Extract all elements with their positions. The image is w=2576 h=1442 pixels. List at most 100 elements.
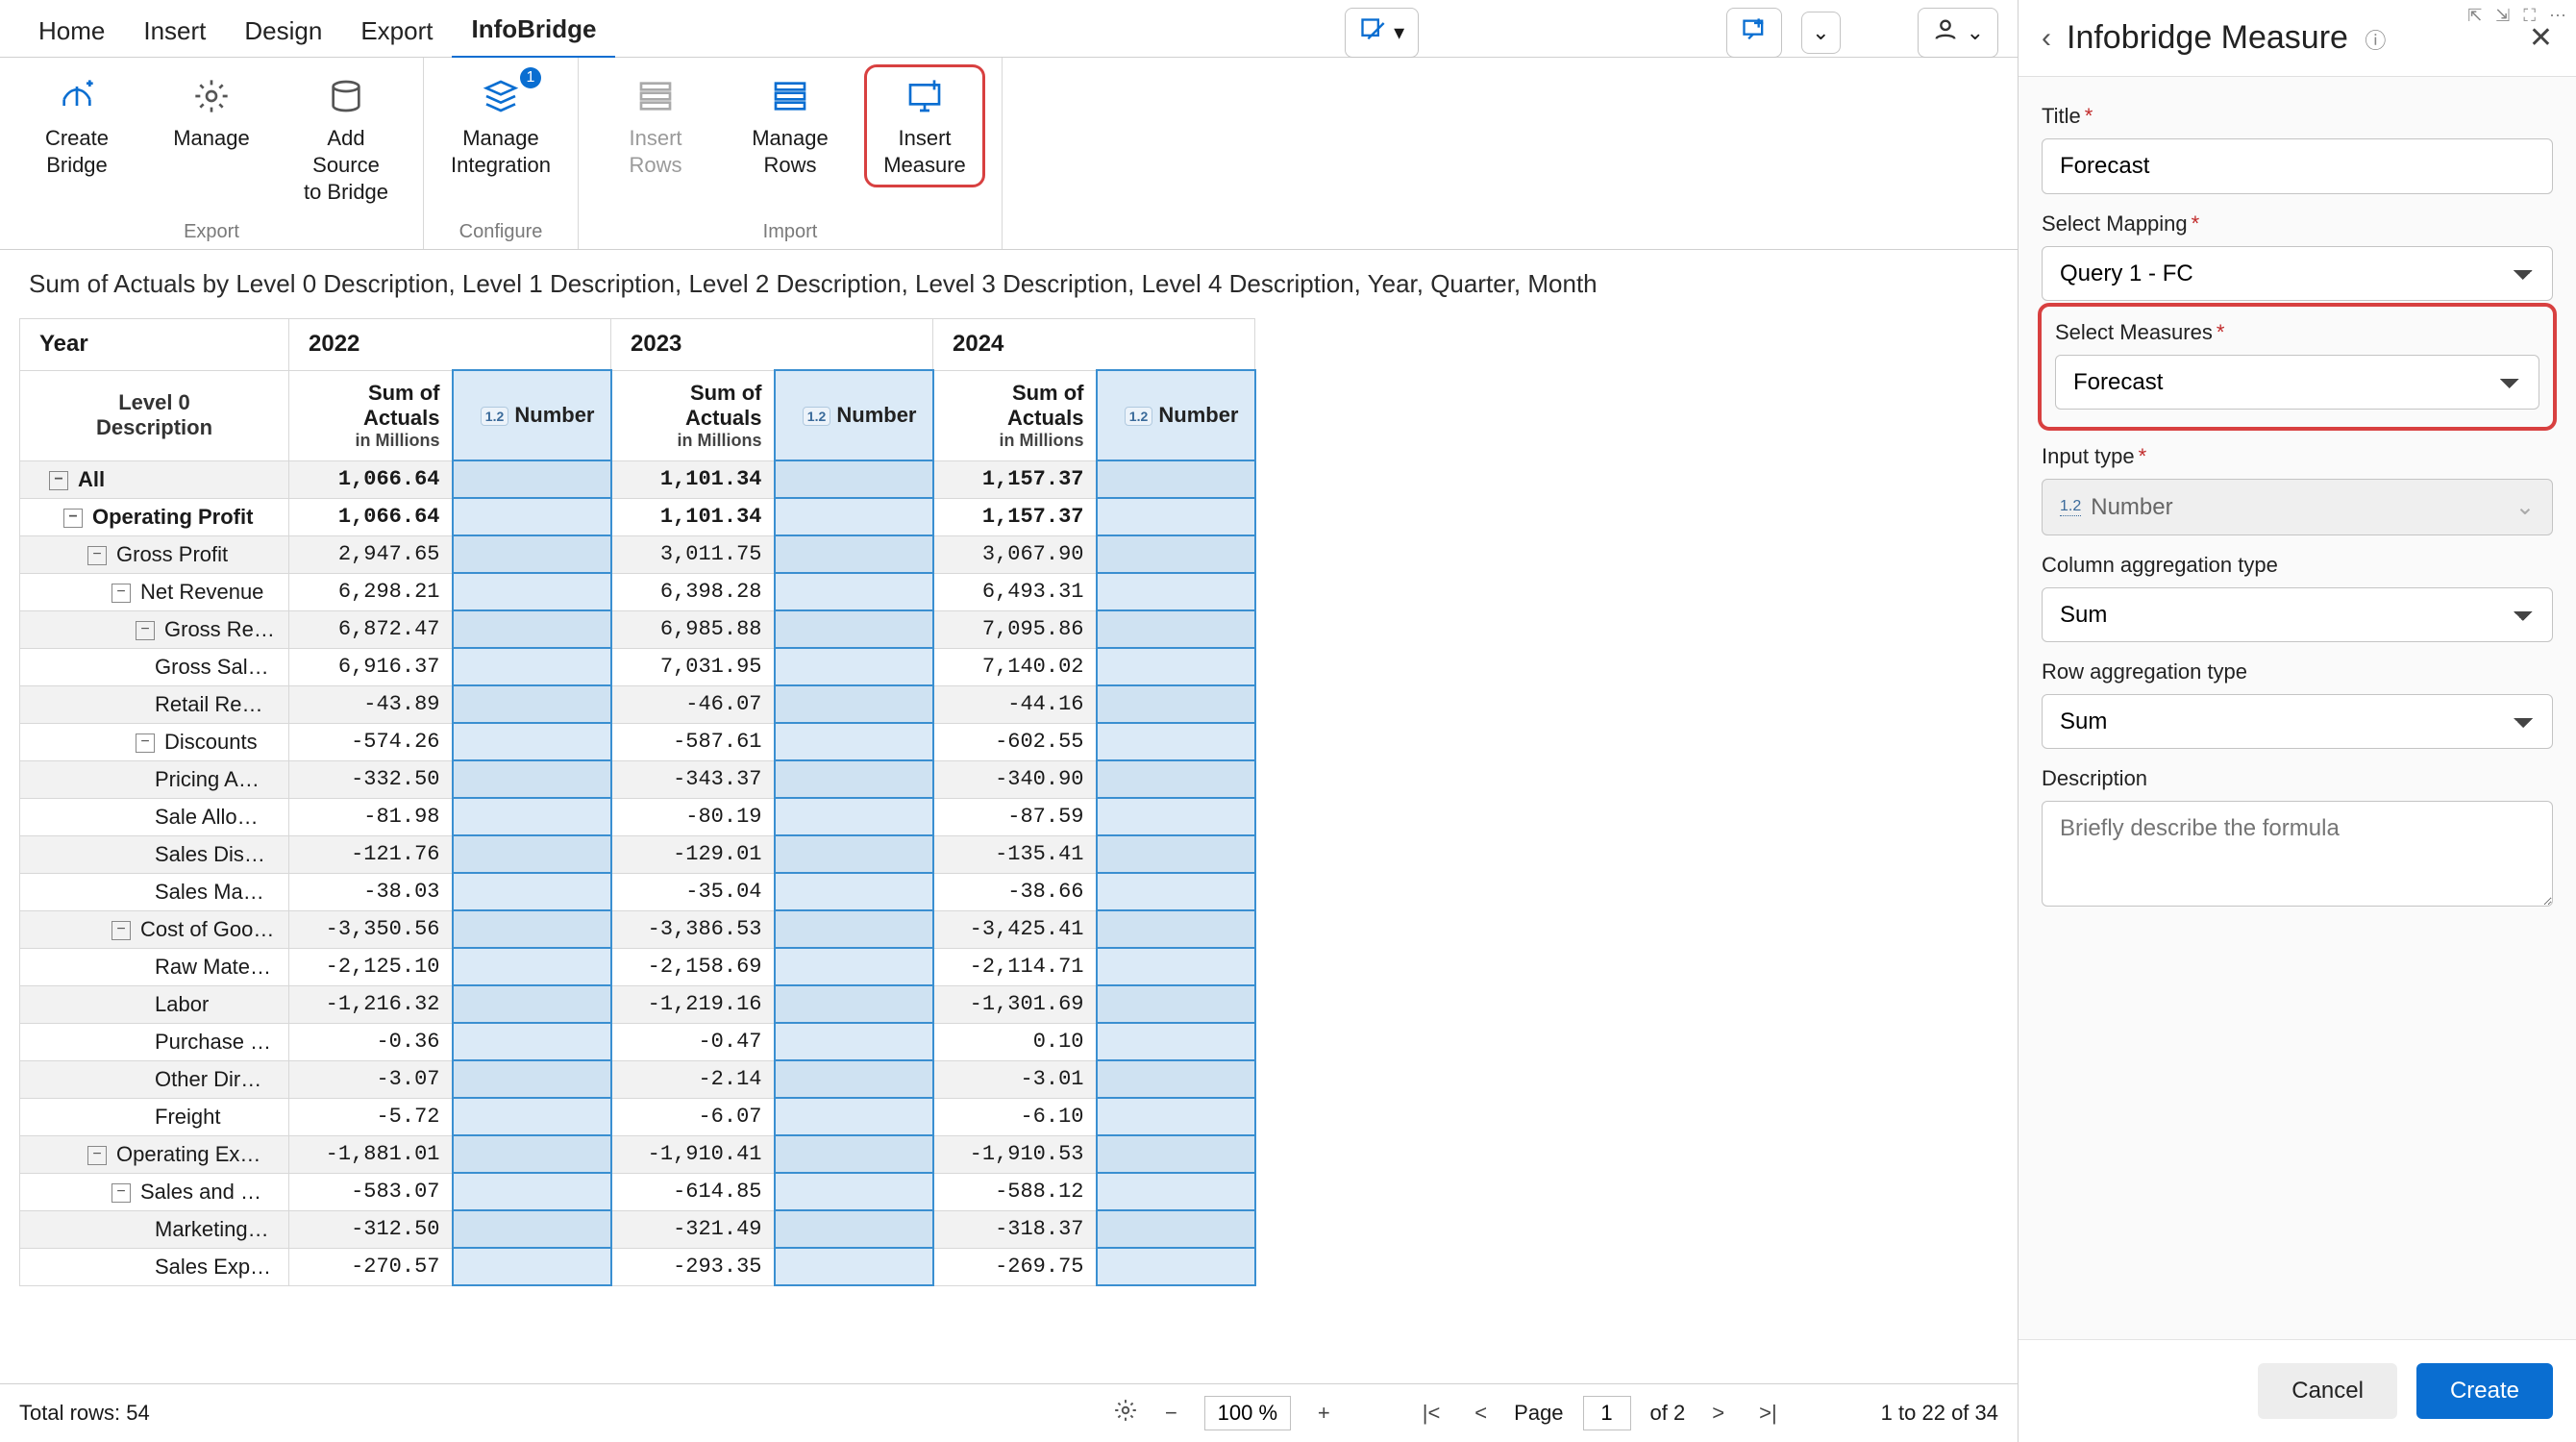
number-cell[interactable]	[775, 798, 933, 835]
cancel-button[interactable]: Cancel	[2258, 1363, 2397, 1419]
close-button[interactable]: ✕	[2529, 21, 2553, 55]
number-cell[interactable]	[1097, 1023, 1255, 1060]
number-cell[interactable]	[1097, 760, 1255, 798]
collapse-icon[interactable]: −	[87, 546, 107, 565]
number-cell[interactable]	[1097, 1098, 1255, 1135]
back-button[interactable]: ‹	[2042, 22, 2051, 55]
number-cell[interactable]	[453, 685, 611, 723]
year-col-header[interactable]: 2024	[933, 319, 1255, 371]
number-cell[interactable]	[453, 798, 611, 835]
row-label[interactable]: Retail Re…	[20, 685, 289, 723]
number-cell[interactable]	[1097, 1248, 1255, 1285]
number-cell[interactable]	[453, 1173, 611, 1210]
title-input[interactable]	[2042, 138, 2553, 194]
number-cell[interactable]	[1097, 460, 1255, 498]
collapse-icon[interactable]: −	[87, 1146, 107, 1165]
number-cell[interactable]	[453, 1210, 611, 1248]
more-icon[interactable]: ⋯	[2549, 6, 2566, 26]
row-label[interactable]: Raw Mate…	[20, 948, 289, 985]
number-cell[interactable]	[775, 910, 933, 948]
number-cell[interactable]	[775, 1173, 933, 1210]
number-cell[interactable]	[453, 910, 611, 948]
tab-design[interactable]: Design	[225, 7, 341, 58]
number-cell[interactable]	[1097, 948, 1255, 985]
number-cell[interactable]	[775, 648, 933, 685]
number-cell[interactable]	[1097, 498, 1255, 535]
row-label[interactable]: −Operating Profit	[20, 498, 289, 535]
number-cell[interactable]	[775, 835, 933, 873]
zoom-input[interactable]	[1204, 1396, 1291, 1430]
row-label[interactable]: Labor	[20, 985, 289, 1023]
number-cell[interactable]	[453, 648, 611, 685]
number-col-header[interactable]: 1.2 Number	[1097, 370, 1255, 460]
colagg-select[interactable]: Sum	[2042, 587, 2553, 642]
row-label[interactable]: Gross Sal…	[20, 648, 289, 685]
number-cell[interactable]	[1097, 1060, 1255, 1098]
sum-col-header[interactable]: Sum ofActualsin Millions	[301, 381, 440, 451]
tab-insert[interactable]: Insert	[124, 7, 225, 58]
row-label[interactable]: −Net Revenue	[20, 573, 289, 610]
number-cell[interactable]	[453, 873, 611, 910]
number-col-header[interactable]: 1.2 Number	[453, 370, 611, 460]
number-cell[interactable]	[775, 573, 933, 610]
number-cell[interactable]	[1097, 723, 1255, 760]
number-cell[interactable]	[1097, 648, 1255, 685]
number-cell[interactable]	[453, 1023, 611, 1060]
last-page-button[interactable]: >|	[1751, 1401, 1785, 1426]
number-cell[interactable]	[775, 873, 933, 910]
collapse-icon[interactable]: −	[63, 509, 83, 528]
row-label[interactable]: Sale Allo…	[20, 798, 289, 835]
collapse-icon[interactable]: −	[136, 733, 155, 753]
year-col-header[interactable]: 2022	[289, 319, 611, 371]
number-cell[interactable]	[775, 535, 933, 573]
number-cell[interactable]	[1097, 610, 1255, 648]
number-cell[interactable]	[453, 610, 611, 648]
row-label[interactable]: Sales Dis…	[20, 835, 289, 873]
number-cell[interactable]	[775, 1060, 933, 1098]
collapse-icon[interactable]: −	[49, 471, 68, 490]
number-cell[interactable]	[1097, 573, 1255, 610]
number-cell[interactable]	[453, 1098, 611, 1135]
number-cell[interactable]	[775, 985, 933, 1023]
expand-icon[interactable]: ⛶	[2523, 6, 2536, 26]
number-cell[interactable]	[1097, 835, 1255, 873]
number-cell[interactable]	[453, 535, 611, 573]
number-cell[interactable]	[775, 948, 933, 985]
number-cell[interactable]	[453, 460, 611, 498]
number-cell[interactable]	[1097, 1173, 1255, 1210]
manage-rows-button[interactable]: Manage Rows	[732, 67, 848, 185]
mapping-select[interactable]: Query 1 - FC	[2042, 246, 2553, 301]
add-source-button[interactable]: Add Source to Bridge	[288, 67, 404, 211]
description-textarea[interactable]	[2042, 801, 2553, 907]
next-page-button[interactable]: >	[1704, 1401, 1732, 1426]
edit-dropdown-button[interactable]: ▾	[1345, 8, 1419, 58]
zoom-out-button[interactable]: −	[1157, 1401, 1185, 1426]
feedback-button[interactable]	[1726, 8, 1782, 58]
number-cell[interactable]	[453, 498, 611, 535]
info-icon[interactable]: ⓘ	[2365, 29, 2386, 53]
measures-select[interactable]: Forecast	[2055, 355, 2539, 410]
number-cell[interactable]	[453, 723, 611, 760]
number-cell[interactable]	[453, 1135, 611, 1173]
zoom-in-button[interactable]: +	[1310, 1401, 1338, 1426]
collapse-icon[interactable]: −	[111, 584, 131, 603]
row-label[interactable]: Purchase …	[20, 1023, 289, 1060]
row-label[interactable]: −Gross Rev…	[20, 610, 289, 648]
number-cell[interactable]	[775, 1023, 933, 1060]
number-cell[interactable]	[775, 723, 933, 760]
number-cell[interactable]	[1097, 985, 1255, 1023]
row-label[interactable]: −Gross Profit	[20, 535, 289, 573]
row-label[interactable]: −Sales and M…	[20, 1173, 289, 1210]
tab-export[interactable]: Export	[341, 7, 452, 58]
row-label[interactable]: −All	[20, 460, 289, 498]
number-cell[interactable]	[453, 835, 611, 873]
prev-page-button[interactable]: <	[1467, 1401, 1495, 1426]
number-cell[interactable]	[453, 573, 611, 610]
row-label[interactable]: Sales Exp…	[20, 1248, 289, 1285]
number-cell[interactable]	[1097, 1210, 1255, 1248]
row-label[interactable]: Marketing…	[20, 1210, 289, 1248]
tab-home[interactable]: Home	[19, 7, 124, 58]
row-label[interactable]: −Cost of Goo…	[20, 910, 289, 948]
number-cell[interactable]	[1097, 1135, 1255, 1173]
number-cell[interactable]	[1097, 798, 1255, 835]
